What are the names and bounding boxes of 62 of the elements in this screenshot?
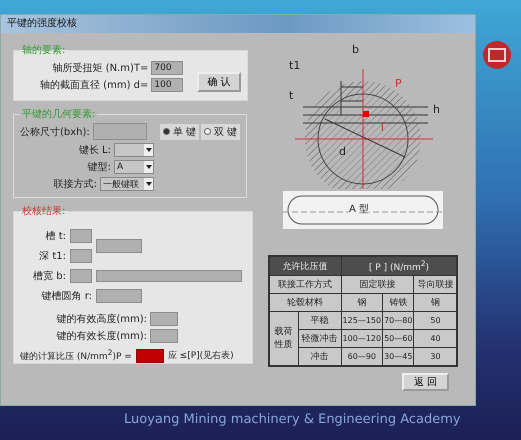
field-label: 轴的截面直径 (mm) d= bbox=[40, 78, 148, 92]
table-cell: 平稳 bbox=[298, 312, 342, 330]
group-title: 平键的几何要素: bbox=[21, 108, 96, 121]
dropdown[interactable]: A bbox=[114, 160, 154, 174]
table-cell: 轮毂材料 bbox=[268, 294, 342, 312]
field-label: 槽宽 b: bbox=[32, 270, 66, 283]
size-field[interactable] bbox=[92, 123, 147, 140]
result-field bbox=[70, 269, 92, 283]
field-label: 键长 L: bbox=[78, 144, 111, 157]
table-cell: 固定联接 bbox=[341, 276, 414, 294]
caret-icon bbox=[144, 144, 153, 156]
table-cell: 100—120 bbox=[341, 330, 383, 348]
result-field bbox=[96, 289, 142, 303]
field-label: 键的有效长度(mm): bbox=[56, 330, 147, 343]
table-cell: 铸铁 bbox=[382, 294, 414, 312]
dimension-label: t bbox=[289, 89, 294, 102]
dimension-label: T bbox=[379, 121, 386, 134]
table-cell: 联接工作方式 bbox=[268, 276, 342, 294]
group-title: 轴的要素: bbox=[21, 44, 66, 57]
result-field bbox=[96, 239, 142, 253]
dropdown[interactable]: 一般键联 bbox=[100, 177, 154, 191]
field-label: 槽 t: bbox=[44, 230, 66, 243]
return-button[interactable]: 返 回 bbox=[402, 373, 449, 391]
dimension-label: h bbox=[433, 103, 440, 116]
caret-icon bbox=[144, 178, 153, 190]
field-label: 轴所受扭矩 (N.m)T= bbox=[52, 62, 148, 75]
value-field[interactable]: 700 bbox=[151, 61, 184, 75]
table-cell: 30—45 bbox=[382, 348, 414, 366]
group-title: 校核结果: bbox=[21, 204, 66, 218]
field-label: 深 t1: bbox=[38, 250, 66, 263]
confirm-button[interactable]: 确 认 bbox=[197, 72, 241, 92]
dimension-label: d bbox=[339, 145, 346, 158]
dimension-label: b bbox=[352, 43, 359, 56]
note-text: 应 ≤[P](见右表) bbox=[168, 350, 234, 362]
field-label: 键的有效高度(mm): bbox=[56, 312, 147, 326]
table-cell: [ P ] (N/mm$^{2}$) bbox=[341, 256, 458, 276]
field-label: 键槽圆角 r: bbox=[40, 290, 92, 303]
dimension-label: P bbox=[395, 77, 402, 90]
field-label: 键的计算比压 (N/mm$^{2}$)P = bbox=[20, 348, 132, 363]
desktop-caption: Luoyang Mining machinery & Engineering Academy bbox=[124, 412, 461, 427]
result-field bbox=[150, 329, 178, 343]
table-cell: 钢 bbox=[341, 294, 383, 312]
field-label: 联接方式: bbox=[54, 178, 97, 191]
caret-icon bbox=[144, 161, 153, 173]
value-field[interactable]: 100 bbox=[151, 78, 184, 92]
radio-button[interactable]: 单 键 bbox=[160, 124, 199, 140]
field-label: 公称尺寸(bxh): bbox=[20, 126, 90, 138]
table-cell: 轻微冲击 bbox=[298, 330, 342, 348]
field-label: 键型: bbox=[88, 160, 111, 174]
logo-icon bbox=[482, 40, 512, 70]
dimension-label: t1 bbox=[289, 59, 300, 72]
table-cell: 125—150 bbox=[341, 312, 383, 330]
result-field bbox=[70, 249, 92, 263]
table-cell: 70—80 bbox=[382, 312, 414, 330]
key-type-label: A 型 bbox=[349, 202, 370, 216]
window-title: 平键的强度校核 bbox=[1, 15, 475, 33]
table-cell: 允许比压值 bbox=[268, 256, 342, 276]
dropdown[interactable] bbox=[114, 143, 154, 157]
table-cell: 50—60 bbox=[382, 330, 414, 348]
result-field bbox=[150, 312, 178, 326]
radio-button[interactable]: 双 键 bbox=[200, 124, 240, 140]
result-field bbox=[70, 229, 92, 243]
